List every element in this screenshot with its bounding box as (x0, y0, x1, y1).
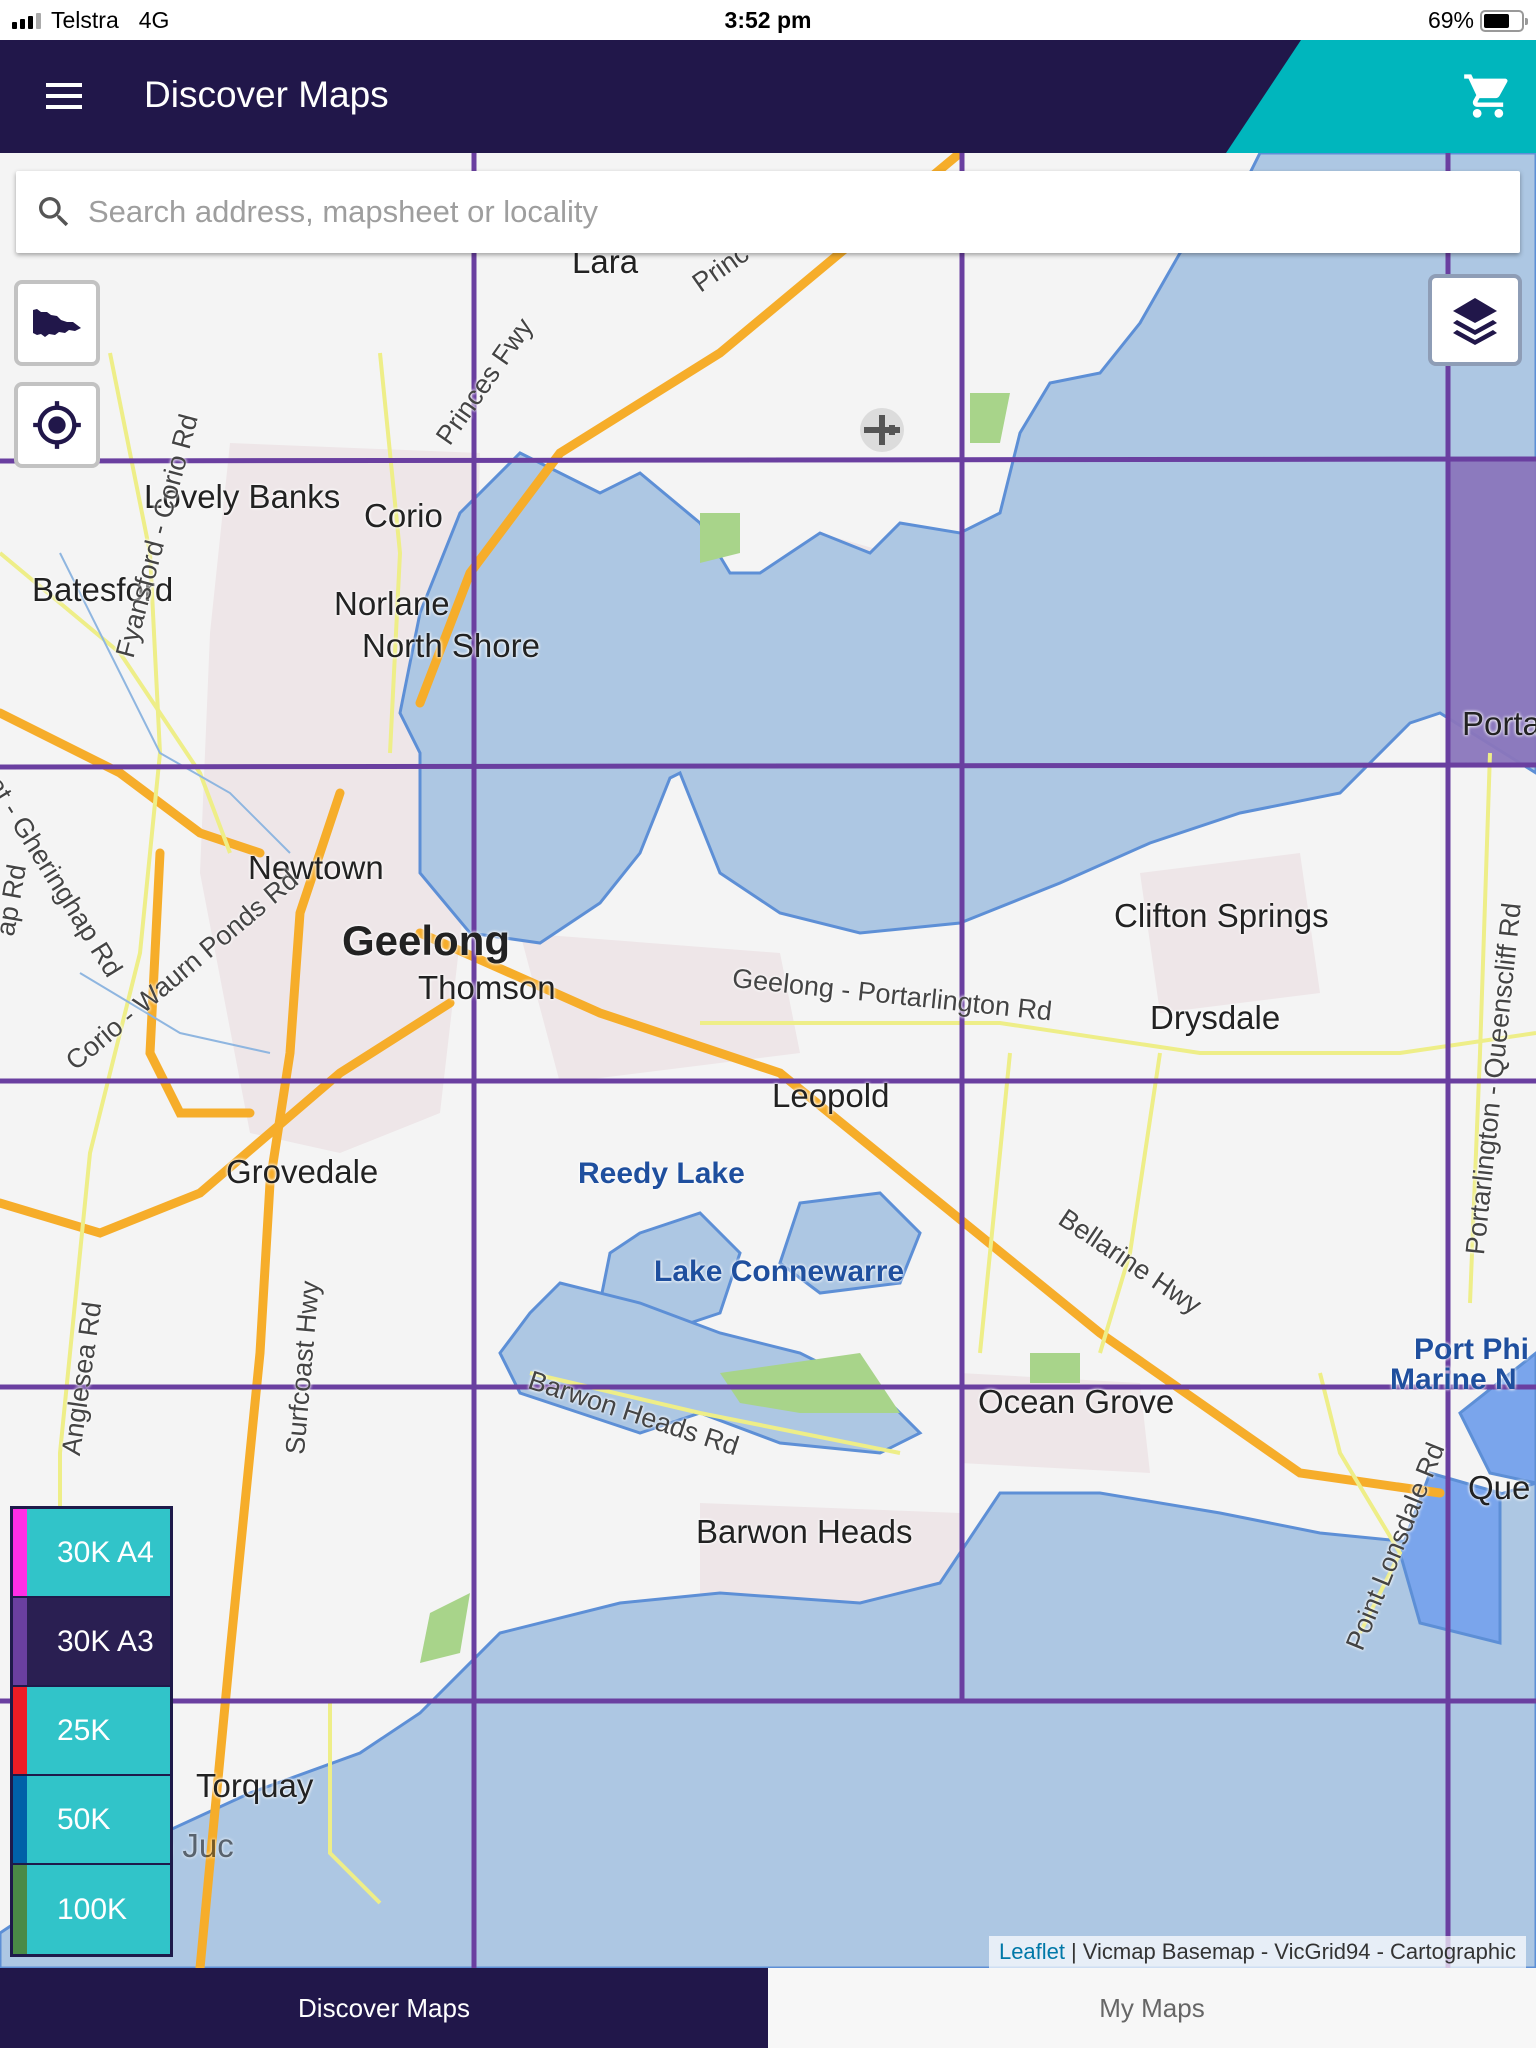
locate-me-button[interactable] (14, 382, 100, 468)
legend-item[interactable]: 100K (13, 1865, 170, 1954)
legend-label: 100K (27, 1865, 170, 1954)
leaflet-link[interactable]: Leaflet (999, 1939, 1065, 1965)
layers-button[interactable] (1428, 274, 1522, 366)
status-right: 69% (1427, 7, 1528, 34)
victoria-extent-button[interactable] (14, 280, 100, 366)
map-label-locality: Que (1468, 1469, 1531, 1506)
legend-label: 30K A3 (27, 1598, 170, 1685)
app-title: Discover Maps (144, 74, 389, 115)
legend-item[interactable]: 30K A4 (13, 1509, 170, 1598)
map-label-water: Marine N (1390, 1363, 1517, 1396)
map-label-locality: Drysdale (1150, 999, 1281, 1036)
legend-color-swatch (13, 1598, 27, 1685)
search-icon (39, 197, 69, 227)
airport-icon (860, 408, 904, 452)
map-label-locality: Ocean Grove (978, 1383, 1175, 1420)
map-basemap (0, 153, 1536, 1968)
tab-discover-maps[interactable]: Discover Maps (0, 1968, 768, 2048)
app-screen: Telstra 4G 3:52 pm 69% Discover Maps Lar… (0, 0, 1536, 2048)
hamburger-bar (46, 105, 82, 109)
map-label-city: Geelong (342, 917, 511, 964)
map-label-water: Reedy Lake (578, 1157, 745, 1190)
legend-color-swatch (13, 1509, 27, 1596)
map-label-locality: Grovedale (226, 1153, 379, 1190)
map-label-locality: Clifton Springs (1114, 897, 1329, 934)
grid-line-horizontal (0, 762, 1536, 770)
search-bar[interactable] (16, 171, 1520, 253)
locate-crosshair-icon (33, 401, 81, 449)
map-label-locality: North Shore (362, 627, 540, 664)
legend-label: 25K (27, 1687, 170, 1774)
shopping-cart-icon (1464, 74, 1508, 118)
scale-legend: 30K A4 30K A3 25K 50K 100K (10, 1506, 173, 1957)
status-bar: Telstra 4G 3:52 pm 69% (0, 0, 1536, 40)
menu-button[interactable] (44, 80, 84, 112)
legend-color-swatch (13, 1865, 27, 1954)
hamburger-menu-icon (46, 83, 82, 87)
map-view[interactable]: Lara Lovely Banks Corio Batesford Norlan… (0, 153, 1536, 1968)
map-label-locality: Norlane (334, 585, 450, 622)
battery-fill (1484, 13, 1509, 28)
map-label-locality: Porta (1462, 705, 1536, 742)
victoria-state-icon (33, 309, 81, 337)
battery-percent: 69% (1427, 7, 1474, 33)
legend-item[interactable]: 30K A3 (13, 1598, 170, 1687)
map-label-locality: Thomson (418, 969, 556, 1006)
grid-line-horizontal (0, 456, 1536, 464)
legend-color-swatch (13, 1776, 27, 1863)
attribution-text: Vicmap Basemap - VicGrid94 - Cartographi… (1082, 1939, 1516, 1964)
cart-button[interactable] (1462, 70, 1514, 122)
map-label-locality: Corio (364, 497, 443, 534)
map-label-locality: Torquay (196, 1767, 314, 1804)
map-label-water: Lake Connewarre (654, 1255, 905, 1288)
battery-icon (1480, 9, 1528, 32)
legend-label: 30K A4 (27, 1509, 170, 1596)
map-label-locality: Barwon Heads (696, 1513, 913, 1550)
hamburger-bar (46, 94, 82, 98)
map-attribution: Leaflet | Vicmap Basemap - VicGrid94 - C… (988, 1936, 1526, 1968)
legend-label: 50K (27, 1776, 170, 1863)
legend-item[interactable]: 25K (13, 1687, 170, 1776)
app-header: Discover Maps (0, 40, 1536, 153)
map-label-water: Port Phi (1414, 1333, 1530, 1366)
attribution-separator: | (1071, 1939, 1077, 1964)
legend-item[interactable]: 50K (13, 1776, 170, 1865)
clock: 3:52 pm (724, 7, 812, 33)
search-input[interactable] (88, 171, 1520, 253)
layers-icon (1453, 298, 1497, 345)
bottom-tab-bar: Discover Maps My Maps (0, 1968, 1536, 2048)
legend-color-swatch (13, 1687, 27, 1774)
map-label-locality: Leopold (772, 1077, 890, 1114)
tab-my-maps[interactable]: My Maps (768, 1968, 1536, 2048)
